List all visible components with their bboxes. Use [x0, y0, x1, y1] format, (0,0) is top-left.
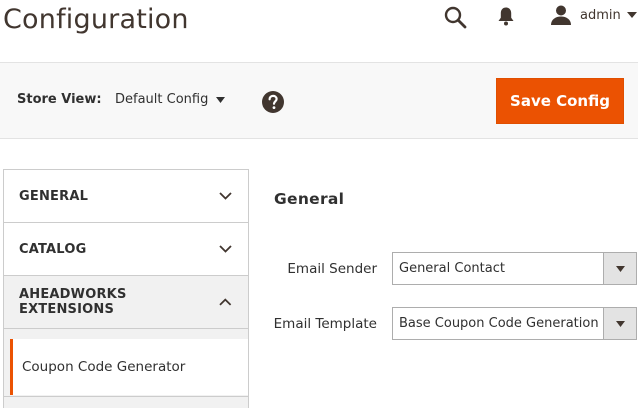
store-view-label: Store View: [17, 92, 102, 107]
section-title: General [274, 190, 345, 208]
sidebar-sub-item-coupon-code-generator[interactable]: Coupon Code Generator [10, 339, 248, 395]
chevron-down-icon [219, 245, 232, 253]
page-title: Configuration [3, 4, 189, 35]
email-template-select[interactable]: Base Coupon Code Generation [392, 307, 637, 340]
sidebar-item-aheadworks-extensions[interactable]: AHEADWORKS EXTENSIONS [4, 276, 248, 329]
caret-down-icon [615, 265, 625, 272]
sidebar-item-general[interactable]: GENERAL [4, 170, 248, 223]
sidebar-sub-item-label: Coupon Code Generator [22, 359, 186, 375]
store-view-switcher[interactable]: Default Config [115, 92, 226, 107]
email-sender-label: Email Sender [287, 261, 377, 277]
save-config-button[interactable]: Save Config [496, 78, 624, 124]
select-toggle [603, 308, 636, 339]
chevron-down-icon [219, 192, 232, 200]
select-toggle [603, 253, 636, 284]
email-template-value: Base Coupon Code Generation [399, 316, 599, 331]
email-sender-select[interactable]: General Contact [392, 252, 637, 285]
sidebar-item-catalog[interactable]: CATALOG [4, 223, 248, 276]
sidebar-item-label: CATALOG [19, 241, 87, 257]
help-icon[interactable] [262, 91, 284, 113]
search-icon[interactable] [443, 5, 467, 29]
bell-icon[interactable] [497, 6, 515, 26]
user-name: admin [580, 7, 621, 23]
email-sender-value: General Contact [399, 261, 505, 276]
store-view-value: Default Config [115, 92, 209, 107]
sidebar-item-label: AHEADWORKS EXTENSIONS [19, 287, 127, 317]
caret-down-icon [626, 12, 637, 18]
email-template-label: Email Template [273, 316, 377, 332]
user-icon [551, 5, 571, 25]
config-sidebar: GENERAL CATALOG AHEADWORKS EXTENSIONS Co… [3, 169, 249, 408]
sidebar-divider [4, 396, 248, 408]
sidebar-item-label: GENERAL [19, 188, 89, 204]
caret-down-icon [615, 320, 625, 327]
page-actions-toolbar: Store View: Default Config Save Config [0, 62, 638, 139]
sidebar-sub-list: Coupon Code Generator [4, 329, 248, 396]
chevron-up-icon [219, 298, 232, 306]
caret-down-icon [216, 96, 226, 103]
user-menu[interactable]: admin [550, 3, 637, 27]
